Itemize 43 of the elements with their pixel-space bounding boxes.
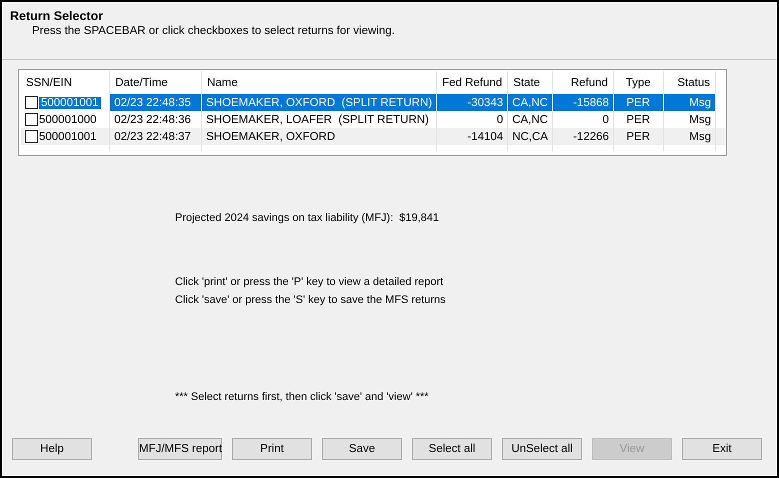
table-cell: SHOEMAKER, OXFORD (SPLIT RETURN) [206,96,432,108]
table-cell: PER [626,130,650,142]
table-cell: -12266 [573,130,609,142]
action-button[interactable]: Save [322,438,402,460]
savings-value: $19,841 [399,212,440,224]
note-text: *** Select returns first, then click 'save' and 'view' *** [175,391,430,403]
table-cell: -15868 [573,96,609,108]
checkbox[interactable] [25,96,38,109]
action-button[interactable]: Exit [682,438,762,460]
instruction-text: Click 'save' or press the 'S' key to save the MFS returns [175,294,447,308]
table-cell: Msg [689,130,711,142]
action-button[interactable]: Select all [412,438,492,460]
table-cell: NC,CA [512,130,548,142]
table-cell: SHOEMAKER, LOAFER (SPLIT RETURN) [206,114,429,126]
table-cell: 02/23 22:48:35 [114,96,191,108]
table-cell: PER [626,114,650,126]
table-cell: 02/23 22:48:37 [114,130,191,142]
checkbox[interactable] [25,130,38,143]
dialog-title: Return Selector [10,9,104,23]
action-button[interactable]: Print [232,438,312,460]
table-cell: CA,NC [512,96,548,108]
instruction-text: Press the SPACEBAR or click checkboxes to select returns for viewing. [32,25,396,37]
table-cell: CA,NC [512,114,548,126]
action-button[interactable]: UnSelect all [502,438,582,460]
table-cell: Msg [689,114,711,126]
savings-label: Projected 2024 savings on tax liability (MFJ): [175,212,394,224]
table-cell: 0 [496,114,504,126]
action-button[interactable]: Help [12,438,92,460]
table-cell: 500001001 [39,96,101,108]
table-cell: -30343 [467,96,504,108]
table-cell: SHOEMAKER, OXFORD [206,130,336,142]
table-cell: 500001001 [39,130,97,142]
table-cell: 02/23 22:48:36 [114,114,191,126]
table-cell: -14104 [467,130,504,142]
action-button[interactable]: MFJ/MFS report [138,438,222,460]
checkbox[interactable] [25,113,38,126]
table-cell: 0 [602,114,609,126]
table-cell: 500001000 [39,114,97,126]
table-row[interactable]: 500001001 02/23 22:48:37 SHOEMAKER, OXFORD -14104 NC,CA -12266 PER Msg [21,128,726,145]
table-row[interactable]: 500001001 02/23 22:48:35 SHOEMAKER, OXFORD (SPLIT RETURN) -30343 CA,NC -15868 PER Msg [21,94,726,111]
table-cell: Msg [689,96,711,108]
table-cell: PER [626,96,650,108]
instruction-text: Click 'print' or press the 'P' key to view a detailed report [175,276,444,290]
